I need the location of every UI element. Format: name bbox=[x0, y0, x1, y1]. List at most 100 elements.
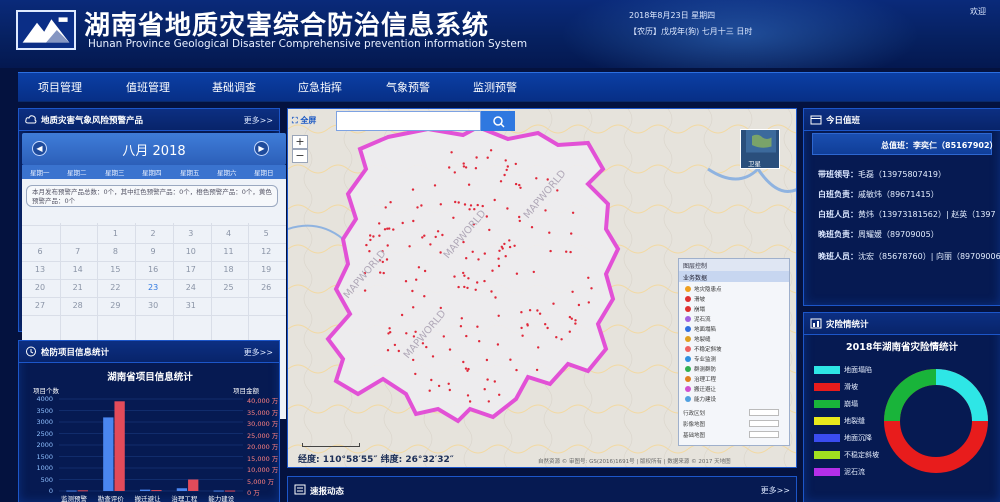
bar-project-amount[interactable] bbox=[188, 479, 199, 492]
hazard-point[interactable] bbox=[389, 201, 392, 204]
hazard-point[interactable] bbox=[520, 326, 523, 330]
bar-project-amount[interactable] bbox=[151, 490, 162, 492]
calendar-day[interactable]: 13 bbox=[22, 265, 58, 274]
hazard-point[interactable] bbox=[494, 296, 497, 299]
fullscreen-button[interactable]: ⛶ 全屏 bbox=[292, 115, 316, 126]
hazard-point[interactable] bbox=[493, 198, 496, 202]
calendar-day[interactable]: 7 bbox=[60, 247, 96, 256]
hazard-point[interactable] bbox=[506, 207, 509, 210]
layer-item[interactable]: 地灾隐患点 bbox=[685, 285, 722, 293]
hazard-point[interactable] bbox=[515, 272, 519, 275]
hazard-point[interactable] bbox=[499, 180, 503, 183]
layer-item[interactable]: 不稳定斜坡 bbox=[685, 345, 722, 353]
hazard-point[interactable] bbox=[423, 295, 426, 298]
hazard-point[interactable] bbox=[526, 323, 529, 326]
hazard-point[interactable] bbox=[477, 258, 480, 261]
hazard-point[interactable] bbox=[488, 228, 491, 232]
hazard-point[interactable] bbox=[464, 367, 468, 370]
hazard-point[interactable] bbox=[590, 287, 593, 290]
bar-project-amount[interactable] bbox=[114, 401, 125, 491]
hazard-point[interactable] bbox=[404, 280, 408, 283]
hazard-point[interactable] bbox=[434, 235, 437, 239]
hazard-point[interactable] bbox=[469, 204, 473, 207]
hazard-point[interactable] bbox=[491, 269, 494, 272]
calendar-day[interactable]: 24 bbox=[173, 283, 209, 292]
hazard-point[interactable] bbox=[532, 270, 535, 274]
calendar-day[interactable]: 3 bbox=[173, 229, 209, 238]
hazard-point[interactable] bbox=[570, 317, 573, 320]
hazard-point[interactable] bbox=[457, 285, 460, 289]
layer-item[interactable]: 崩塌 bbox=[685, 305, 705, 313]
hazard-point[interactable] bbox=[392, 228, 395, 231]
hazard-point[interactable] bbox=[530, 226, 534, 229]
calendar-day[interactable]: 26 bbox=[248, 283, 284, 292]
hazard-point[interactable] bbox=[555, 336, 558, 339]
map-search-input[interactable] bbox=[336, 111, 481, 131]
hazard-point[interactable] bbox=[378, 234, 381, 237]
hazard-point[interactable] bbox=[504, 159, 507, 162]
hazard-point[interactable] bbox=[442, 335, 445, 338]
calendar-day[interactable]: 29 bbox=[97, 301, 133, 310]
layer-item[interactable]: 搬迁避让 bbox=[685, 385, 716, 393]
hazard-point[interactable] bbox=[431, 355, 435, 358]
hazard-point[interactable] bbox=[474, 288, 477, 291]
hazard-point[interactable] bbox=[462, 165, 466, 168]
calendar-day[interactable]: 6 bbox=[22, 247, 58, 256]
calendar-day[interactable]: 2 bbox=[135, 229, 171, 238]
hazard-point[interactable] bbox=[448, 348, 452, 351]
calendar-day[interactable]: 1 bbox=[97, 229, 133, 238]
hazard-point[interactable] bbox=[544, 323, 547, 326]
hazard-point[interactable] bbox=[439, 203, 442, 206]
calendar-day[interactable]: 23 bbox=[135, 283, 171, 292]
hazard-point[interactable] bbox=[587, 276, 590, 279]
calendar-day[interactable]: 27 bbox=[22, 301, 58, 310]
hazard-point[interactable] bbox=[498, 393, 501, 396]
hazard-point[interactable] bbox=[463, 285, 466, 289]
hazard-point[interactable] bbox=[400, 313, 404, 317]
nav-project-management[interactable]: 项目管理 bbox=[38, 73, 82, 103]
hazard-point[interactable] bbox=[363, 289, 367, 292]
hazard-point[interactable] bbox=[448, 388, 451, 392]
hazard-point[interactable] bbox=[429, 243, 432, 246]
hazard-point[interactable] bbox=[447, 382, 450, 385]
bar-project-count[interactable] bbox=[139, 489, 151, 491]
hazard-point[interactable] bbox=[574, 322, 577, 325]
hazard-point[interactable] bbox=[441, 233, 444, 237]
hazard-point[interactable] bbox=[471, 250, 474, 253]
hazard-point[interactable] bbox=[405, 332, 408, 335]
layer-item[interactable]: 泥石流 bbox=[685, 315, 711, 323]
hazard-point[interactable] bbox=[393, 343, 397, 347]
nav-weather-warning[interactable]: 气象预警 bbox=[386, 73, 430, 103]
hazard-point[interactable] bbox=[462, 271, 465, 275]
calendar-day[interactable]: 10 bbox=[173, 247, 209, 256]
hazard-point[interactable] bbox=[468, 208, 471, 211]
hazard-point[interactable] bbox=[463, 203, 467, 206]
hazard-point[interactable] bbox=[569, 250, 572, 254]
hazard-point[interactable] bbox=[379, 271, 382, 274]
nav-monitoring-warning[interactable]: 监测预警 bbox=[473, 73, 517, 103]
hazard-point[interactable] bbox=[462, 360, 465, 364]
basemap-option[interactable]: 影像地图 bbox=[683, 420, 705, 428]
hazard-point[interactable] bbox=[508, 245, 512, 249]
hazard-point[interactable] bbox=[450, 151, 453, 154]
calendar-day[interactable]: 22 bbox=[97, 283, 133, 292]
layer-item[interactable]: 专业监测 bbox=[685, 355, 716, 363]
nav-duty-management[interactable]: 值班管理 bbox=[126, 73, 170, 103]
hazard-point[interactable] bbox=[473, 208, 476, 211]
hazard-point[interactable] bbox=[544, 209, 547, 212]
hazard-point[interactable] bbox=[538, 312, 542, 315]
hazard-point[interactable] bbox=[401, 221, 404, 225]
hazard-point[interactable] bbox=[570, 232, 573, 235]
hazard-point[interactable] bbox=[478, 340, 481, 343]
hazard-point[interactable] bbox=[498, 249, 501, 252]
basemap-option[interactable]: 行政区划 bbox=[683, 409, 705, 417]
nav-base-survey[interactable]: 基础调查 bbox=[212, 73, 256, 103]
hazard-point[interactable] bbox=[483, 252, 486, 255]
hazard-point[interactable] bbox=[389, 331, 392, 334]
hazard-point[interactable] bbox=[414, 330, 417, 333]
hazard-point[interactable] bbox=[505, 168, 508, 172]
hazard-point[interactable] bbox=[416, 206, 419, 209]
hazard-point[interactable] bbox=[369, 238, 372, 242]
hazard-point[interactable] bbox=[518, 215, 521, 219]
hazard-point[interactable] bbox=[369, 234, 372, 237]
